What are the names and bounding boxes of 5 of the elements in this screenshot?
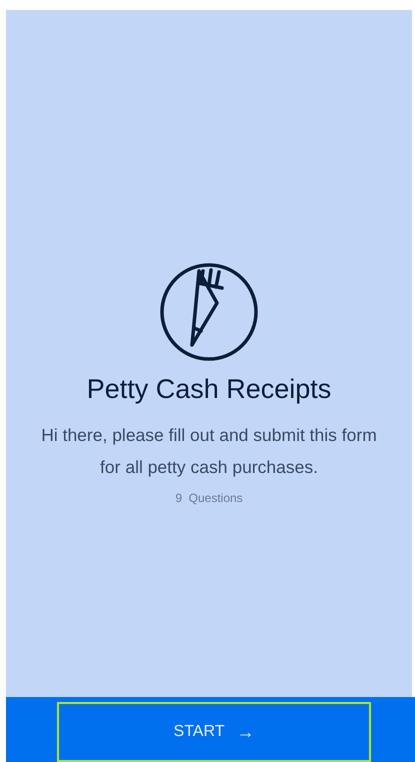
pencil-icon xyxy=(159,262,259,362)
start-button[interactable]: START → xyxy=(57,702,371,762)
form-description: Hi there, please fill out and submit this form for all petty cash purchases. xyxy=(40,424,378,479)
form-title: Petty Cash Receipts xyxy=(86,374,332,405)
question-count: 9 Questions xyxy=(175,491,243,505)
